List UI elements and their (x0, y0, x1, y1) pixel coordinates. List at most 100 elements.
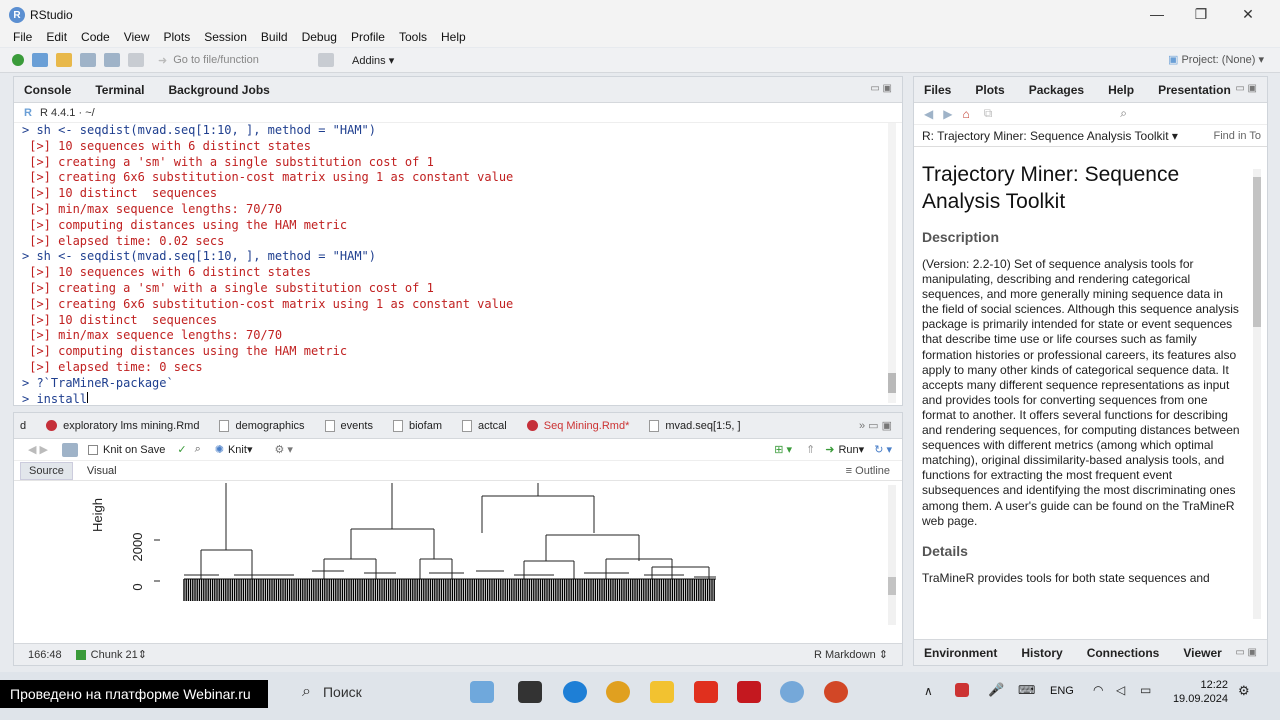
notifications-icon[interactable]: ⚙ (1238, 683, 1250, 699)
tab-history[interactable]: History (1021, 646, 1062, 660)
chrome-browser-icon[interactable] (606, 681, 630, 703)
menu-view[interactable]: View (124, 30, 150, 44)
menu-code[interactable]: Code (81, 30, 110, 44)
acrobat-icon[interactable] (737, 681, 761, 703)
project-menu[interactable]: ▣ Project: (None) ▾ (1168, 53, 1264, 66)
outline-button[interactable]: ≡ Outline (846, 465, 890, 477)
addins-menu[interactable]: Addins ▾ (352, 54, 394, 67)
tab-environment[interactable]: Environment (924, 646, 997, 660)
visual-mode-button[interactable]: Visual (79, 463, 125, 479)
run-up-icon[interactable]: ⇑ (806, 443, 815, 456)
tabs-overflow-icon[interactable]: » ▭ ▣ (859, 419, 892, 432)
save-icon[interactable] (80, 53, 96, 67)
menu-profile[interactable]: Profile (351, 30, 385, 44)
maximize-button[interactable]: ❐ (1186, 6, 1216, 23)
keyboard-icon[interactable]: ⌨ (1018, 683, 1035, 697)
editor-tab[interactable]: actcal (462, 419, 507, 432)
tab-terminal[interactable]: Terminal (95, 83, 144, 97)
tab-viewer[interactable]: Viewer (1183, 646, 1221, 660)
chunk-selector[interactable]: Chunk 21 ⇕ (75, 648, 147, 661)
source-mode-button[interactable]: Source (20, 461, 73, 480)
editor-tab[interactable]: events (324, 419, 373, 432)
run-button[interactable]: ➜ Run ▾ (825, 443, 864, 457)
popout-icon[interactable]: ⧉ (984, 106, 993, 121)
insert-chunk-icon[interactable]: ⊞ ▾ (774, 443, 792, 456)
print-icon[interactable] (128, 53, 144, 67)
back-forward-icon[interactable]: ◀ ▶ (28, 443, 48, 456)
tray-chevron-icon[interactable]: ∧ (924, 684, 933, 698)
console-output[interactable]: > sh <- seqdist(mvad.seq[1:10, ], method… (22, 123, 892, 403)
file-explorer-icon[interactable] (650, 681, 674, 703)
menu-session[interactable]: Session (204, 30, 247, 44)
tab-plots[interactable]: Plots (975, 83, 1004, 97)
help-scrollbar[interactable] (1253, 169, 1261, 619)
editor-tab[interactable]: biofam (392, 419, 442, 432)
console-output-line: [>] 10 sequences with 6 distinct states (22, 138, 311, 153)
edge-browser-icon[interactable] (563, 681, 587, 703)
tab-background-jobs[interactable]: Background Jobs (168, 83, 269, 97)
editor-tab[interactable]: demographics (219, 419, 305, 432)
help-search-icon[interactable]: ⌕ (1120, 106, 1127, 121)
tray-app-icon[interactable] (955, 683, 969, 697)
knit-button[interactable]: ✺ Knit ▾ (215, 443, 253, 457)
menu-debug[interactable]: Debug (302, 30, 337, 44)
home-icon[interactable]: ⌂ (962, 107, 969, 121)
menu-help[interactable]: Help (441, 30, 466, 44)
tab-connections[interactable]: Connections (1087, 646, 1160, 660)
editor-tab[interactable]: d (20, 420, 26, 432)
editor-tab-active[interactable]: Seq Mining.Rmd* (526, 420, 629, 432)
battery-icon[interactable]: ▭ (1140, 683, 1151, 697)
open-file-icon[interactable] (56, 53, 72, 67)
settings-gear-icon[interactable]: ⚙ ▾ (274, 443, 292, 456)
yandex-browser-icon[interactable] (694, 681, 718, 703)
close-button[interactable]: ✕ (1233, 6, 1263, 23)
editor-tab[interactable]: exploratory lms mining.Rmd (46, 420, 199, 432)
volume-icon[interactable]: ◁ (1116, 683, 1125, 697)
find-in-topic-input[interactable]: Find in To (1214, 130, 1262, 142)
file-type-selector[interactable]: R Markdown ⇕ (814, 648, 888, 661)
editor-tab[interactable]: mvad.seq[1:5, ] (649, 419, 741, 432)
task-view-icon[interactable] (518, 681, 542, 703)
new-project-icon[interactable] (32, 53, 48, 67)
tab-help[interactable]: Help (1108, 83, 1134, 97)
console-output-line: [>] 10 sequences with 6 distinct states (22, 265, 311, 280)
help-back-icon[interactable]: ◀ (924, 107, 933, 121)
rerun-icon[interactable]: ↻ ▾ (874, 443, 892, 456)
help-topic-selector[interactable]: R: Trajectory Miner: Sequence Analysis T… (922, 129, 1178, 143)
wifi-icon[interactable]: ◠ (1093, 683, 1103, 697)
save-editor-icon[interactable] (61, 442, 78, 457)
save-all-icon[interactable] (104, 53, 120, 67)
console-output-line: [>] creating a 'sm' with a single substi… (22, 280, 434, 295)
menu-edit[interactable]: Edit (46, 30, 67, 44)
system-clock[interactable]: 12:22 19.09.2024 (1173, 678, 1228, 706)
spellcheck-icon[interactable]: ✓ (177, 443, 186, 456)
menu-plots[interactable]: Plots (164, 30, 191, 44)
tab-presentation[interactable]: Presentation (1158, 83, 1231, 97)
minimize-button[interactable]: — (1142, 6, 1172, 22)
language-indicator[interactable]: ENG (1050, 685, 1074, 697)
rstudio-taskbar-icon[interactable] (780, 681, 804, 703)
tab-console[interactable]: Console (24, 83, 71, 97)
dendrogram-leaves (183, 578, 716, 601)
menu-tools[interactable]: Tools (399, 30, 427, 44)
help-forward-icon[interactable]: ▶ (943, 107, 952, 121)
console-maximize-icon[interactable]: ▭ ▣ (870, 83, 892, 94)
taskbar-search[interactable]: ⌕ Поиск (296, 678, 460, 706)
editor-scrollbar[interactable] (888, 485, 896, 625)
goto-file-input[interactable]: ➜ Go to file/function (158, 51, 298, 69)
editor-tabbar: d exploratory lms mining.Rmd demographic… (14, 413, 902, 439)
find-icon[interactable]: ⌕ (195, 443, 201, 456)
menu-build[interactable]: Build (261, 30, 288, 44)
layout-grid-icon[interactable] (318, 53, 334, 67)
microphone-icon[interactable]: 🎤 (988, 682, 1004, 698)
menu-file[interactable]: File (13, 30, 32, 44)
env-maximize-icon[interactable]: ▭ ▣ (1235, 647, 1257, 658)
knit-on-save-checkbox[interactable]: Knit on Save (87, 444, 165, 456)
tab-files[interactable]: Files (924, 83, 951, 97)
powerpoint-icon[interactable] (824, 681, 848, 703)
console-scrollbar[interactable] (888, 123, 896, 403)
widgets-icon[interactable] (470, 681, 494, 703)
tab-packages[interactable]: Packages (1029, 83, 1084, 97)
help-maximize-icon[interactable]: ▭ ▣ (1235, 83, 1257, 94)
new-file-icon[interactable] (12, 54, 24, 66)
